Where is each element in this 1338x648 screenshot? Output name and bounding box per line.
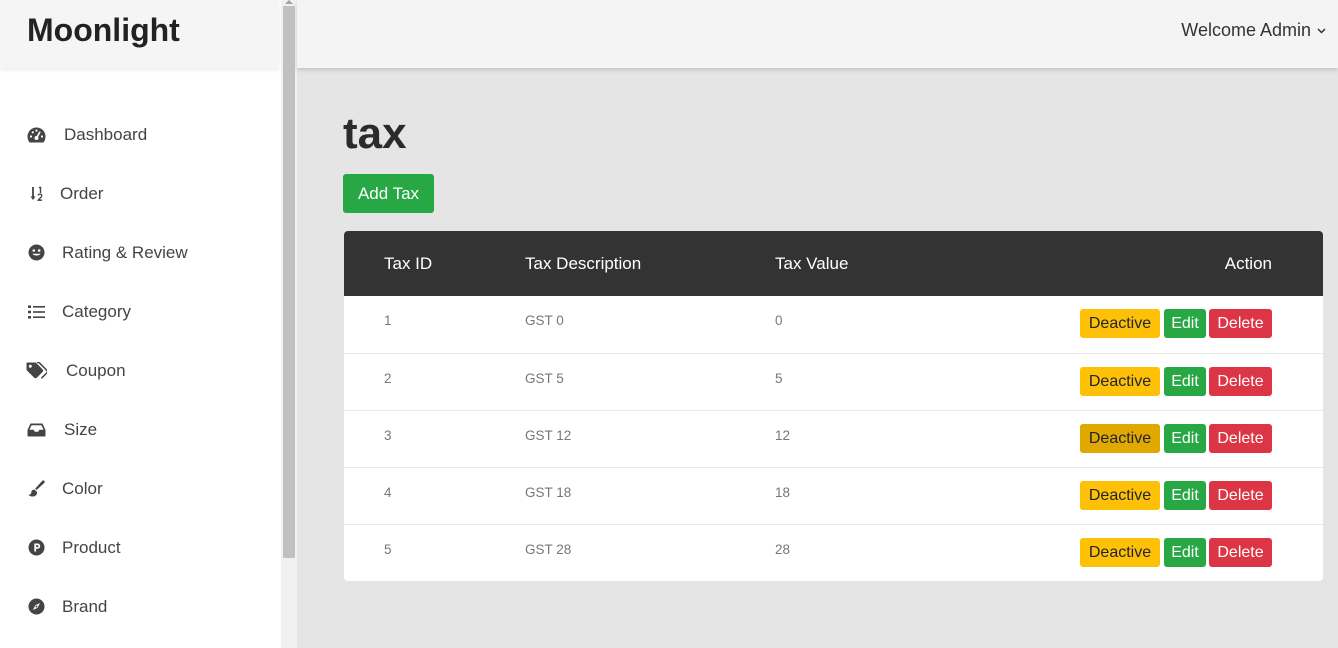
row-actions: Deactive Edit Delete: [1080, 481, 1272, 510]
tax-value-cell: 5: [775, 371, 783, 386]
tags-icon: [26, 361, 47, 381]
tax-value-cell: 0: [775, 313, 783, 328]
scrollbar-thumb[interactable]: [283, 6, 295, 558]
deactive-button[interactable]: Deactive: [1080, 367, 1160, 396]
chevron-down-icon: [1317, 21, 1326, 39]
column-header-tax-id: Tax ID: [384, 254, 433, 273]
tax-id-cell: 4: [384, 485, 392, 500]
sort-numeric-down-icon: [26, 184, 47, 204]
deactive-button[interactable]: Deactive: [1080, 538, 1160, 567]
table-row: 3 GST 12 12 Deactive Edit Delete: [344, 410, 1323, 467]
sidebar-item-coupon[interactable]: Coupon: [0, 341, 279, 400]
tax-value-cell: 28: [775, 542, 791, 557]
tax-description-cell: GST 12: [525, 428, 572, 443]
edit-button[interactable]: Edit: [1164, 538, 1206, 567]
tax-description-cell: GST 0: [525, 313, 564, 328]
smile-icon: [26, 243, 47, 263]
sidebar-item-rating-review[interactable]: Rating & Review: [0, 223, 279, 282]
tax-description-cell: GST 28: [525, 542, 572, 557]
sidebar-item-color[interactable]: Color: [0, 459, 279, 518]
sidebar-item-label: Size: [64, 420, 98, 439]
brand-logo: Moonlight: [27, 12, 180, 48]
delete-button[interactable]: Delete: [1209, 424, 1272, 453]
tax-description-cell: GST 5: [525, 371, 564, 386]
table-row: 5 GST 28 28 Deactive Edit Delete: [344, 524, 1323, 581]
delete-button[interactable]: Delete: [1209, 309, 1272, 338]
top-bar: Welcome Admin: [297, 0, 1338, 68]
row-actions: Deactive Edit Delete: [1080, 367, 1272, 396]
tax-value-cell: 12: [775, 428, 791, 443]
sidebar-item-category[interactable]: Category: [0, 282, 279, 341]
delete-button[interactable]: Delete: [1209, 367, 1272, 396]
row-actions: Deactive Edit Delete: [1080, 538, 1272, 567]
sidebar-item-dashboard[interactable]: Dashboard: [0, 105, 279, 164]
delete-button[interactable]: Delete: [1209, 481, 1272, 510]
tax-value-cell: 18: [775, 485, 791, 500]
table-row: 4 GST 18 18 Deactive Edit Delete: [344, 467, 1323, 524]
column-header-tax-value: Tax Value: [775, 254, 849, 273]
compass-icon: [26, 597, 47, 617]
scroll-up-arrow-icon[interactable]: [285, 0, 293, 4]
sidebar-item-label: Product: [62, 538, 121, 557]
sidebar-item-label: Brand: [62, 597, 108, 616]
sidebar-scrollbar[interactable]: [281, 0, 297, 648]
add-tax-button[interactable]: Add Tax: [343, 174, 434, 213]
welcome-label: Welcome Admin: [1181, 20, 1311, 40]
delete-button[interactable]: Delete: [1209, 538, 1272, 567]
sidebar: Moonlight Dashboard Order Rating & Revie…: [0, 0, 281, 648]
table-header: Tax ID Tax Description Tax Value Action: [344, 231, 1323, 296]
sidebar-item-size[interactable]: Size: [0, 400, 279, 459]
sidebar-item-product[interactable]: Product: [0, 518, 279, 577]
user-menu[interactable]: Welcome Admin: [1181, 0, 1326, 60]
sidebar-nav: Dashboard Order Rating & Review Category…: [0, 105, 279, 636]
tax-description-cell: GST 18: [525, 485, 572, 500]
sidebar-item-label: Color: [62, 479, 103, 498]
sidebar-item-order[interactable]: Order: [0, 164, 279, 223]
sidebar-item-label: Category: [62, 302, 131, 321]
product-hunt-icon: [26, 538, 47, 558]
row-actions: Deactive Edit Delete: [1080, 309, 1272, 338]
tax-id-cell: 5: [384, 542, 392, 557]
sidebar-item-label: Dashboard: [64, 125, 148, 144]
paint-brush-icon: [26, 479, 47, 499]
sidebar-item-label: Order: [60, 184, 104, 203]
logo-area: Moonlight: [0, 0, 279, 68]
tax-id-cell: 1: [384, 313, 392, 328]
table-row: 1 GST 0 0 Deactive Edit Delete: [344, 296, 1323, 353]
row-actions: Deactive Edit Delete: [1080, 424, 1272, 453]
column-header-tax-description: Tax Description: [525, 254, 642, 273]
main-content: tax Add Tax Tax ID Tax Description Tax V…: [297, 68, 1338, 648]
tax-id-cell: 2: [384, 371, 392, 386]
edit-button[interactable]: Edit: [1164, 367, 1206, 396]
tax-id-cell: 3: [384, 428, 392, 443]
tachometer-icon: [26, 125, 47, 145]
table-row: 2 GST 5 5 Deactive Edit Delete: [344, 353, 1323, 410]
page-title: tax: [343, 109, 407, 158]
tax-table: Tax ID Tax Description Tax Value Action …: [344, 231, 1323, 581]
edit-button[interactable]: Edit: [1164, 481, 1206, 510]
deactive-button[interactable]: Deactive: [1080, 424, 1160, 453]
sidebar-item-label: Rating & Review: [62, 243, 188, 262]
deactive-button[interactable]: Deactive: [1080, 309, 1160, 338]
edit-button[interactable]: Edit: [1164, 424, 1206, 453]
sidebar-item-brand[interactable]: Brand: [0, 577, 279, 636]
deactive-button[interactable]: Deactive: [1080, 481, 1160, 510]
sidebar-item-label: Coupon: [66, 361, 126, 380]
list-icon: [26, 302, 47, 322]
column-header-action: Action: [1224, 254, 1272, 273]
inbox-icon: [26, 420, 47, 440]
edit-button[interactable]: Edit: [1164, 309, 1206, 338]
